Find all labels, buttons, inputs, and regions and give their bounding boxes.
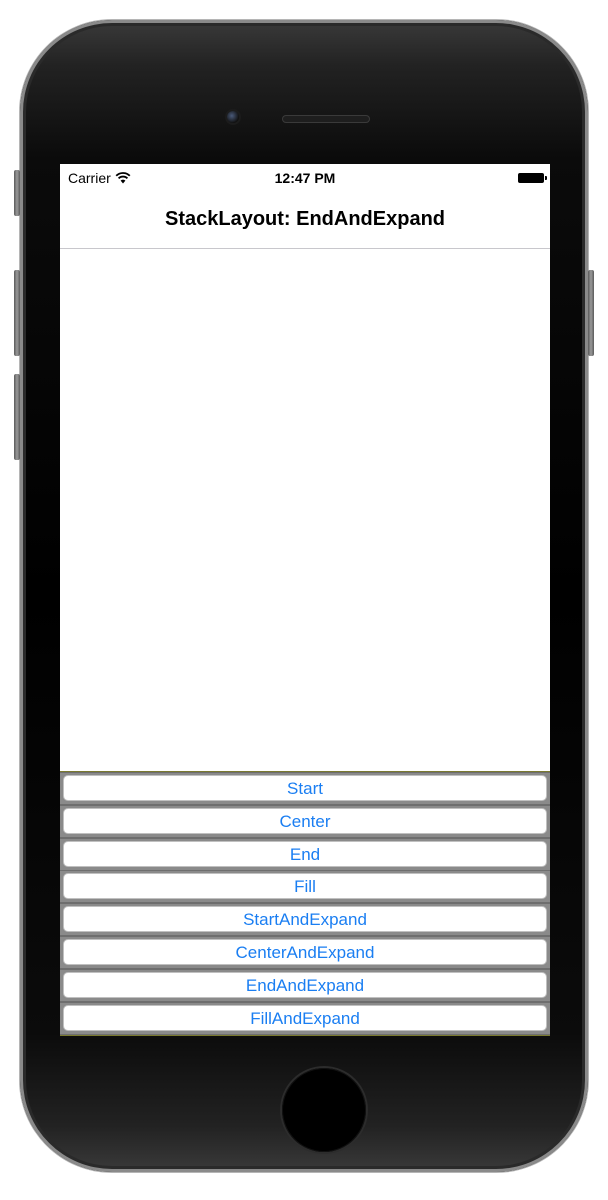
status-bar: Carrier 12:47 PM	[60, 164, 550, 192]
volume-down-button	[14, 374, 20, 460]
power-button	[588, 270, 594, 356]
fill-button[interactable]: Fill	[63, 873, 547, 899]
stack-item-fill-and-expand: FillAndExpand	[60, 1002, 550, 1035]
stack-item-center: Center	[60, 805, 550, 838]
end-and-expand-button[interactable]: EndAndExpand	[63, 972, 547, 998]
speaker-grille	[282, 115, 370, 123]
stack-item-fill: Fill	[60, 870, 550, 903]
fill-and-expand-button[interactable]: FillAndExpand	[63, 1005, 547, 1031]
volume-up-button	[14, 270, 20, 356]
mute-switch	[14, 170, 20, 216]
stack-item-start: Start	[60, 772, 550, 805]
navigation-bar: StackLayout: EndAndExpand	[60, 192, 550, 249]
start-button[interactable]: Start	[63, 775, 547, 801]
home-button[interactable]	[282, 1068, 366, 1152]
stack-layout: Start Center End Fill StartAndExpand Cen…	[60, 771, 550, 1036]
stack-item-start-and-expand: StartAndExpand	[60, 903, 550, 936]
status-time: 12:47 PM	[274, 170, 336, 186]
stack-item-end-and-expand: EndAndExpand	[60, 969, 550, 1002]
stack-item-end: End	[60, 838, 550, 871]
end-button[interactable]: End	[63, 841, 547, 867]
battery-icon	[518, 173, 547, 183]
start-and-expand-button[interactable]: StartAndExpand	[63, 906, 547, 932]
stack-item-center-and-expand: CenterAndExpand	[60, 936, 550, 969]
center-and-expand-button[interactable]: CenterAndExpand	[63, 939, 547, 965]
center-button[interactable]: Center	[63, 808, 547, 834]
page-title: StackLayout: EndAndExpand	[164, 208, 446, 230]
app-screen: Carrier 12:47 PM StackLayout: EndAndExpa…	[60, 164, 550, 1036]
front-camera-icon	[227, 111, 239, 123]
